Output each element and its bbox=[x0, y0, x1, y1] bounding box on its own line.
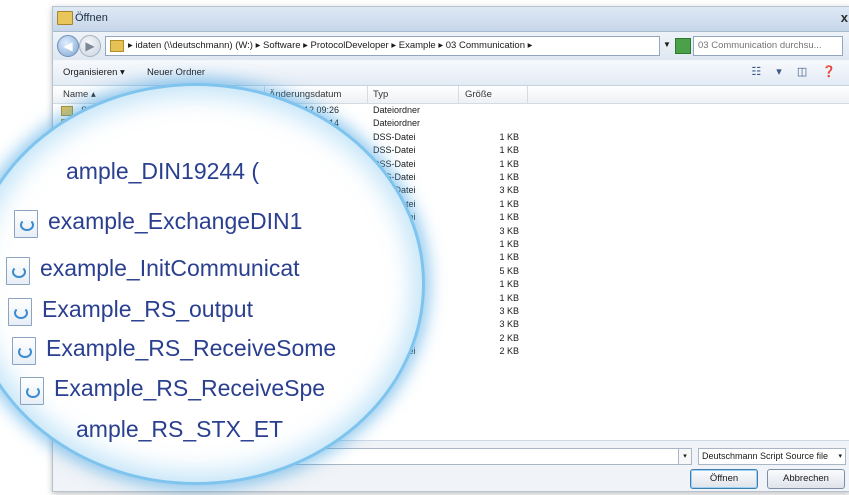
file-type: Dateiordner bbox=[373, 105, 421, 115]
address-row: ◀ ▶ ▸ idaten (\\deutschmann) (W:) ▸ Soft… bbox=[53, 32, 849, 60]
file-size: 5 KB bbox=[499, 265, 519, 276]
command-bar: Organisieren ▾ Neuer Ordner ☷ ▾ ◫ ❓ bbox=[53, 61, 849, 86]
file-size: 1 KB bbox=[499, 198, 519, 209]
file-size: 1 KB bbox=[499, 252, 519, 263]
chevron-down-icon[interactable]: ▾ bbox=[838, 452, 842, 460]
search-input[interactable] bbox=[698, 39, 836, 52]
address-bar[interactable]: ▸ idaten (\\deutschmann) (W:) ▸ Software… bbox=[105, 36, 660, 56]
script-file-icon bbox=[20, 377, 44, 405]
magnified-row: Example_RS_ReceiveSpe bbox=[0, 371, 422, 411]
magnified-row: example_InitCommunicat bbox=[0, 251, 422, 291]
file-size: 1 KB bbox=[499, 158, 519, 169]
file-size: 1 KB bbox=[499, 279, 519, 290]
view-options-icon[interactable]: ☷ ▾ ◫ ❓ bbox=[751, 65, 842, 78]
file-size: 1 KB bbox=[499, 145, 519, 156]
script-file-icon bbox=[14, 210, 38, 238]
file-size: 3 KB bbox=[499, 225, 519, 236]
file-size: 1 KB bbox=[499, 292, 519, 303]
filename-dropdown-icon[interactable]: ▾ bbox=[678, 448, 692, 465]
magnified-file-name: Example_RS_ReceiveSpe bbox=[54, 375, 326, 401]
open-button[interactable]: Öffnen bbox=[690, 469, 758, 489]
close-icon[interactable]: x bbox=[841, 10, 848, 25]
filetype-select[interactable]: Deutschmann Script Source file ▾ bbox=[698, 448, 846, 465]
breadcrumb[interactable]: ▸ idaten (\\deutschmann) (W:) ▸ Software… bbox=[128, 40, 532, 51]
filetype-value: Deutschmann Script Source file bbox=[702, 451, 829, 461]
magnified-file-name: ample_DIN19244 ( bbox=[66, 158, 260, 184]
cancel-button[interactable]: Abbrechen bbox=[767, 469, 845, 489]
script-file-icon bbox=[12, 337, 36, 365]
magnified-file-name: ample_RS_STX_ET bbox=[76, 416, 284, 442]
file-size: 3 KB bbox=[499, 306, 519, 316]
column-divider[interactable] bbox=[367, 86, 368, 103]
file-size: 1 KB bbox=[499, 131, 519, 142]
magnified-row: ample_DIN19244 ( bbox=[0, 154, 422, 194]
address-dropdown-icon[interactable]: ▼ bbox=[663, 40, 671, 49]
magnified-file-name: example_InitCommunicat bbox=[40, 255, 300, 281]
file-size: 3 KB bbox=[499, 185, 519, 196]
new-folder-button[interactable]: Neuer Ordner bbox=[147, 67, 205, 78]
column-divider[interactable] bbox=[527, 86, 528, 103]
magnified-file-name: Example_RS_ReceiveSome bbox=[46, 335, 337, 361]
magnified-row: Example_RS_ReceiveSome bbox=[0, 331, 422, 371]
magnified-file-name: example_ExchangeDIN1 bbox=[48, 208, 303, 234]
script-file-icon bbox=[6, 257, 30, 285]
column-header-name[interactable]: Name ▴ bbox=[63, 89, 96, 100]
dialog-folder-icon bbox=[57, 11, 73, 25]
file-size: 1 KB bbox=[499, 239, 519, 249]
file-size: 1 KB bbox=[499, 172, 519, 182]
file-size: 3 KB bbox=[499, 319, 519, 330]
column-divider[interactable] bbox=[458, 86, 459, 103]
title-bar: Öffnen x bbox=[53, 7, 849, 32]
file-type: Dateiordner bbox=[373, 118, 421, 129]
magnified-file-name: Example_RS_output bbox=[42, 296, 253, 322]
folder-icon bbox=[110, 40, 124, 52]
magnified-row: Example_RS_output bbox=[0, 292, 422, 332]
column-header-date[interactable]: Änderungsdatum bbox=[269, 89, 341, 100]
magnified-row: ample_RS_STX_ET bbox=[0, 412, 422, 452]
organize-button[interactable]: Organisieren ▾ bbox=[63, 67, 125, 78]
file-size: 2 KB bbox=[499, 332, 519, 343]
script-file-icon bbox=[8, 298, 32, 326]
search-box[interactable] bbox=[693, 36, 843, 56]
file-size: 1 KB bbox=[499, 212, 519, 223]
refresh-icon[interactable] bbox=[675, 38, 691, 54]
forward-arrow-icon[interactable]: ▶ bbox=[79, 35, 101, 57]
file-type: DSS-Datei bbox=[373, 131, 416, 142]
folder-icon bbox=[61, 106, 73, 116]
magnified-row: example_ExchangeDIN1 bbox=[0, 204, 422, 244]
dialog-title: Öffnen bbox=[75, 12, 108, 24]
column-header-type[interactable]: Typ bbox=[373, 89, 388, 100]
file-size: 2 KB bbox=[499, 346, 519, 357]
back-arrow-icon[interactable]: ◀ bbox=[57, 35, 79, 57]
column-header-size[interactable]: Größe bbox=[465, 89, 492, 100]
